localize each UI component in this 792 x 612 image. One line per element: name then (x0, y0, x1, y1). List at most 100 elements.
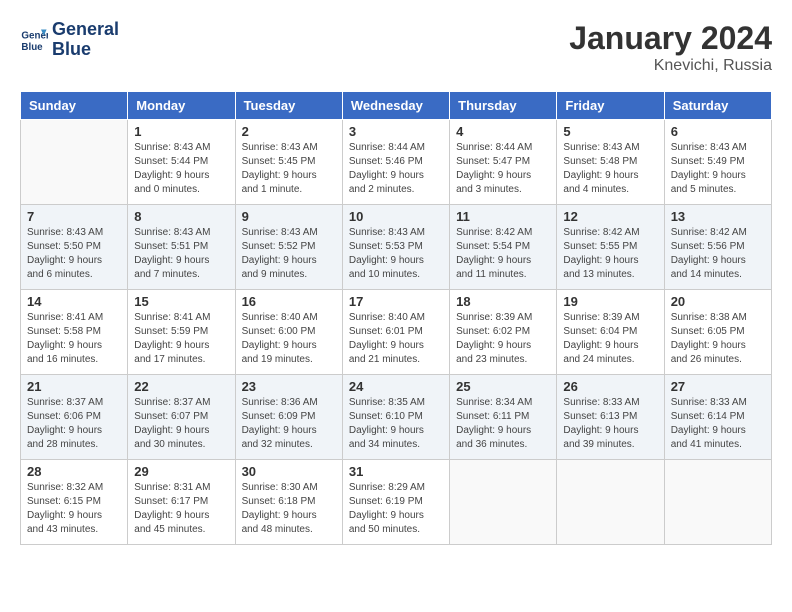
day-info: Sunrise: 8:32 AM Sunset: 6:15 PM Dayligh… (27, 481, 121, 537)
month-title: January 2024 (569, 20, 772, 57)
calendar-cell: 6 Sunrise: 8:43 AM Sunset: 5:49 PM Daylig… (664, 120, 771, 205)
day-info: Sunrise: 8:40 AM Sunset: 6:00 PM Dayligh… (242, 311, 336, 367)
calendar-cell (450, 460, 557, 545)
day-info: Sunrise: 8:43 AM Sunset: 5:45 PM Dayligh… (242, 141, 336, 197)
day-number: 14 (27, 294, 121, 309)
day-info: Sunrise: 8:39 AM Sunset: 6:02 PM Dayligh… (456, 311, 550, 367)
calendar-cell: 20Sunrise: 8:38 AM Sunset: 6:05 PM Dayli… (664, 290, 771, 375)
weekday-header: Saturday (664, 92, 771, 120)
day-info: Sunrise: 8:43 AM Sunset: 5:48 PM Dayligh… (563, 141, 657, 197)
weekday-header: Wednesday (342, 92, 449, 120)
day-number: 28 (27, 464, 121, 479)
day-number: 9 (242, 209, 336, 224)
day-number: 26 (563, 379, 657, 394)
day-number: 15 (134, 294, 228, 309)
day-info: Sunrise: 8:33 AM Sunset: 6:13 PM Dayligh… (563, 396, 657, 452)
day-number: 12 (563, 209, 657, 224)
calendar-cell: 4 Sunrise: 8:44 AM Sunset: 5:47 PM Daylig… (450, 120, 557, 205)
calendar-cell (664, 460, 771, 545)
calendar-cell: 25Sunrise: 8:34 AM Sunset: 6:11 PM Dayli… (450, 375, 557, 460)
day-info: Sunrise: 8:43 AM Sunset: 5:49 PM Dayligh… (671, 141, 765, 197)
calendar-cell: 9Sunrise: 8:43 AM Sunset: 5:52 PM Daylig… (235, 205, 342, 290)
day-info: Sunrise: 8:44 AM Sunset: 5:46 PM Dayligh… (349, 141, 443, 197)
location-title: Knevichi, Russia (569, 57, 772, 75)
calendar-cell: 7 Sunrise: 8:43 AM Sunset: 5:50 PM Daylig… (21, 205, 128, 290)
calendar-cell: 3Sunrise: 8:44 AM Sunset: 5:46 PM Daylig… (342, 120, 449, 205)
calendar-cell (21, 120, 128, 205)
day-info: Sunrise: 8:37 AM Sunset: 6:07 PM Dayligh… (134, 396, 228, 452)
day-info: Sunrise: 8:30 AM Sunset: 6:18 PM Dayligh… (242, 481, 336, 537)
day-info: Sunrise: 8:31 AM Sunset: 6:17 PM Dayligh… (134, 481, 228, 537)
calendar-cell: 16 Sunrise: 8:40 AM Sunset: 6:00 PM Dayli… (235, 290, 342, 375)
day-info: Sunrise: 8:43 AM Sunset: 5:51 PM Dayligh… (134, 226, 228, 282)
day-number: 11 (456, 209, 550, 224)
logo-name: General Blue (52, 20, 119, 60)
calendar-week-row: 1 Sunrise: 8:43 AM Sunset: 5:44 PM Daylig… (21, 120, 772, 205)
calendar-week-row: 7 Sunrise: 8:43 AM Sunset: 5:50 PM Daylig… (21, 205, 772, 290)
day-info: Sunrise: 8:37 AM Sunset: 6:06 PM Dayligh… (27, 396, 121, 452)
calendar-cell: 1 Sunrise: 8:43 AM Sunset: 5:44 PM Daylig… (128, 120, 235, 205)
calendar-cell: 17Sunrise: 8:40 AM Sunset: 6:01 PM Dayli… (342, 290, 449, 375)
day-number: 23 (242, 379, 336, 394)
calendar-week-row: 14 Sunrise: 8:41 AM Sunset: 5:58 PM Dayli… (21, 290, 772, 375)
weekday-header: Sunday (21, 92, 128, 120)
calendar-cell: 8 Sunrise: 8:43 AM Sunset: 5:51 PM Daylig… (128, 205, 235, 290)
day-info: Sunrise: 8:35 AM Sunset: 6:10 PM Dayligh… (349, 396, 443, 452)
weekday-header: Tuesday (235, 92, 342, 120)
day-info: Sunrise: 8:42 AM Sunset: 5:55 PM Dayligh… (563, 226, 657, 282)
calendar-cell: 13 Sunrise: 8:42 AM Sunset: 5:56 PM Dayli… (664, 205, 771, 290)
calendar-cell: 30 Sunrise: 8:30 AM Sunset: 6:18 PM Dayli… (235, 460, 342, 545)
day-info: Sunrise: 8:43 AM Sunset: 5:44 PM Dayligh… (134, 141, 228, 197)
logo-icon: General Blue (20, 26, 48, 54)
day-info: Sunrise: 8:41 AM Sunset: 5:59 PM Dayligh… (134, 311, 228, 367)
calendar-cell: 2Sunrise: 8:43 AM Sunset: 5:45 PM Daylig… (235, 120, 342, 205)
calendar-cell: 24 Sunrise: 8:35 AM Sunset: 6:10 PM Dayli… (342, 375, 449, 460)
calendar-week-row: 21Sunrise: 8:37 AM Sunset: 6:06 PM Dayli… (21, 375, 772, 460)
calendar-cell: 29 Sunrise: 8:31 AM Sunset: 6:17 PM Dayli… (128, 460, 235, 545)
day-number: 19 (563, 294, 657, 309)
day-number: 6 (671, 124, 765, 139)
weekday-header: Monday (128, 92, 235, 120)
weekday-header: Thursday (450, 92, 557, 120)
day-number: 13 (671, 209, 765, 224)
day-number: 20 (671, 294, 765, 309)
calendar-cell: 14 Sunrise: 8:41 AM Sunset: 5:58 PM Dayli… (21, 290, 128, 375)
day-number: 16 (242, 294, 336, 309)
day-number: 10 (349, 209, 443, 224)
calendar-cell: 10Sunrise: 8:43 AM Sunset: 5:53 PM Dayli… (342, 205, 449, 290)
day-number: 5 (563, 124, 657, 139)
day-info: Sunrise: 8:43 AM Sunset: 5:50 PM Dayligh… (27, 226, 121, 282)
day-number: 1 (134, 124, 228, 139)
calendar-cell: 21Sunrise: 8:37 AM Sunset: 6:06 PM Dayli… (21, 375, 128, 460)
calendar-cell: 19 Sunrise: 8:39 AM Sunset: 6:04 PM Dayli… (557, 290, 664, 375)
day-info: Sunrise: 8:44 AM Sunset: 5:47 PM Dayligh… (456, 141, 550, 197)
day-info: Sunrise: 8:39 AM Sunset: 6:04 PM Dayligh… (563, 311, 657, 367)
day-number: 27 (671, 379, 765, 394)
day-number: 29 (134, 464, 228, 479)
calendar-cell: 22Sunrise: 8:37 AM Sunset: 6:07 PM Dayli… (128, 375, 235, 460)
calendar-cell: 26 Sunrise: 8:33 AM Sunset: 6:13 PM Dayli… (557, 375, 664, 460)
calendar-cell (557, 460, 664, 545)
calendar-cell: 12 Sunrise: 8:42 AM Sunset: 5:55 PM Dayli… (557, 205, 664, 290)
day-number: 31 (349, 464, 443, 479)
title-area: January 2024 Knevichi, Russia (569, 20, 772, 75)
day-info: Sunrise: 8:36 AM Sunset: 6:09 PM Dayligh… (242, 396, 336, 452)
day-info: Sunrise: 8:42 AM Sunset: 5:54 PM Dayligh… (456, 226, 550, 282)
day-number: 24 (349, 379, 443, 394)
calendar-cell: 31Sunrise: 8:29 AM Sunset: 6:19 PM Dayli… (342, 460, 449, 545)
calendar-table: SundayMondayTuesdayWednesdayThursdayFrid… (20, 91, 772, 545)
day-number: 8 (134, 209, 228, 224)
svg-text:Blue: Blue (21, 42, 43, 53)
day-number: 4 (456, 124, 550, 139)
day-number: 25 (456, 379, 550, 394)
logo: General Blue General Blue (20, 20, 119, 60)
day-info: Sunrise: 8:40 AM Sunset: 6:01 PM Dayligh… (349, 311, 443, 367)
calendar-cell: 28 Sunrise: 8:32 AM Sunset: 6:15 PM Dayli… (21, 460, 128, 545)
day-number: 30 (242, 464, 336, 479)
calendar-cell: 27Sunrise: 8:33 AM Sunset: 6:14 PM Dayli… (664, 375, 771, 460)
header-row: SundayMondayTuesdayWednesdayThursdayFrid… (21, 92, 772, 120)
day-info: Sunrise: 8:41 AM Sunset: 5:58 PM Dayligh… (27, 311, 121, 367)
day-number: 7 (27, 209, 121, 224)
day-info: Sunrise: 8:42 AM Sunset: 5:56 PM Dayligh… (671, 226, 765, 282)
calendar-cell: 11 Sunrise: 8:42 AM Sunset: 5:54 PM Dayli… (450, 205, 557, 290)
